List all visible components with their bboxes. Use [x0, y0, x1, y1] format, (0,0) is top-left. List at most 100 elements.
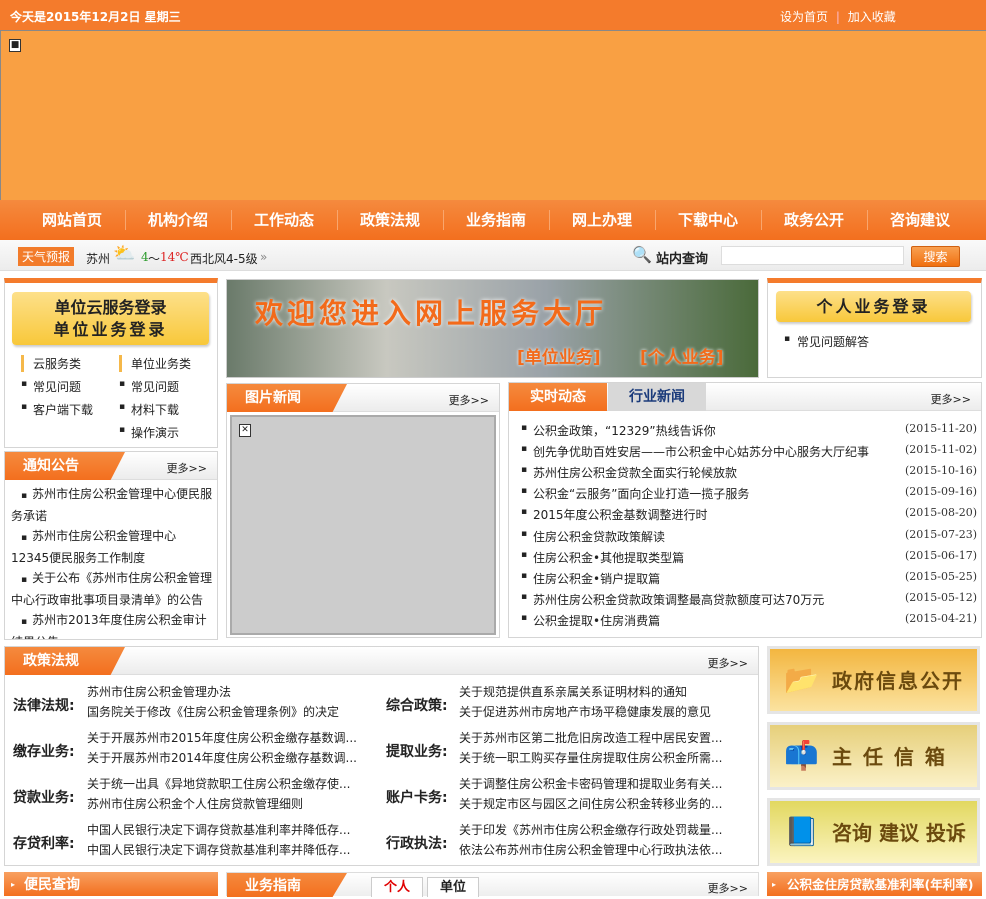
search-button[interactable]: 搜索 [911, 246, 960, 267]
news-item-title[interactable]: 住房公积金贷款政策解读 [533, 528, 665, 545]
notice-item[interactable]: ▪ 苏州市住房公积金管理中心便民服务承诺 [11, 484, 213, 526]
notice-more-link[interactable]: 更多>> [167, 460, 207, 476]
news-item-title[interactable]: 创先争优助百姓安居——市公积金中心姑苏分中心服务大厅纪事 [533, 443, 869, 460]
policy-link[interactable]: 中国人民银行决定下调存贷款基准利率并降低存... [87, 821, 350, 838]
nav-item[interactable]: 网上办理 [549, 200, 655, 240]
policy-link[interactable]: 关于统一职工购买存量住房提取住房公积金所需... [459, 749, 722, 766]
weather-more-arrow[interactable]: » [260, 250, 267, 264]
loan-rate-title: 公积金住房贷款基准利率(年利率) [787, 877, 974, 892]
policy-link[interactable]: 国务院关于修改《住房公积金管理条例》的决定 [87, 703, 339, 720]
unit-login-col1-link[interactable]: 常见问题 [21, 378, 81, 395]
header-banner: ■ [0, 30, 986, 200]
set-home-link[interactable]: 设为首页 [780, 10, 828, 24]
policy-more-link[interactable]: 更多>> [708, 655, 748, 671]
policy-link[interactable]: 中国人民银行决定下调存贷款基准利率并降低存... [87, 841, 350, 858]
nav-separator [549, 210, 550, 230]
unit-login-col1-link[interactable]: 客户端下载 [21, 401, 93, 418]
tab-realtime[interactable]: 实时动态 [509, 383, 607, 411]
policy-link[interactable]: 关于开展苏州市2015年度住房公积金缴存基数调... [87, 729, 357, 746]
unit-login-col2-link[interactable]: 单位业务类 [119, 355, 191, 372]
unit-business-login-label[interactable]: 单位业务登录 [12, 319, 209, 341]
director-mailbox-button[interactable]: 📫 主 任 信 箱 [767, 722, 980, 790]
policy-link[interactable]: 关于规范提供直系亲属关系证明材料的通知 [459, 683, 687, 700]
bullet-icon: ▪ [21, 533, 28, 543]
news-item[interactable]: 住房公积金贷款政策解读 (2015-07-23) [521, 528, 977, 549]
notice-item[interactable]: ▪ 关于公布《苏州市住房公积金管理中心行政审批事项目录清单》的公告 [11, 568, 213, 610]
policy-header: 政策法规 更多>> [5, 647, 758, 675]
news-item[interactable]: 住房公积金•销户提取篇 (2015-05-25) [521, 570, 977, 591]
triangle-icon: ▸ [11, 880, 16, 889]
unit-cloud-login-label[interactable]: 单位云服务登录 [12, 297, 209, 319]
nav-item[interactable]: 政务公开 [761, 200, 867, 240]
consult-suggest-complain-button[interactable]: 📘 咨询 建议 投诉 [767, 798, 980, 866]
photo-news-image[interactable]: ✕ [230, 415, 496, 635]
news-item[interactable]: 创先争优助百姓安居——市公积金中心姑苏分中心服务大厅纪事 (2015-11-02) [521, 443, 977, 464]
unit-login-col2-link[interactable]: 操作演示 [119, 424, 179, 441]
policy-category-label: 贷款业务: [13, 790, 75, 806]
personal-business-link[interactable]: [个人业务] [640, 343, 724, 368]
nav-separator [443, 210, 444, 230]
policy-link[interactable]: 依法公布苏州市住房公积金管理中心行政执法依... [459, 841, 722, 858]
news-item[interactable]: 苏州住房公积金贷款政策调整最高贷款额度可达70万元 (2015-05-12) [521, 591, 977, 612]
news-item[interactable]: 苏州住房公积金贷款全面实行轮候放款 (2015-10-16) [521, 464, 977, 485]
notice-item-title[interactable]: 关于公布《苏州市住房公积金管理中心行政审批事项目录清单》的公告 [11, 571, 212, 607]
personal-login-button[interactable]: 个人业务登录 [776, 291, 971, 322]
gov-info-disclosure-button[interactable]: 📂 政府信息公开 [767, 646, 980, 714]
news-item-title[interactable]: 苏州住房公积金贷款全面实行轮候放款 [533, 464, 737, 481]
unit-business-link[interactable]: [单位业务] [517, 343, 601, 368]
personal-faq-link[interactable]: 常见问题解答 [784, 333, 869, 350]
policy-link[interactable]: 关于促进苏州市房地产市场平稳健康发展的意见 [459, 703, 711, 720]
notice-item[interactable]: ▪ 苏州市住房公积金管理中心12345便民服务工作制度 [11, 526, 213, 568]
nav-item[interactable]: 机构介绍 [125, 200, 231, 240]
news-item-title[interactable]: 住房公积金•销户提取篇 [533, 570, 660, 587]
news-more-link[interactable]: 更多>> [931, 391, 971, 407]
news-item[interactable]: 公积金“云服务”面向企业打造一揽子服务 (2015-09-16) [521, 485, 977, 506]
policy-link[interactable]: 关于苏州市区第二批危旧房改造工程中居民安置... [459, 729, 722, 746]
notice-item[interactable]: ▪苏州市2013年度住房公积金审计结果公告 [11, 610, 213, 639]
photo-news-panel: 图片新闻 更多>> ✕ [226, 383, 500, 638]
nav-item[interactable]: 政策法规 [337, 200, 443, 240]
policy-link[interactable]: 关于印发《苏州市住房公积金缴存行政处罚裁量... [459, 821, 722, 838]
nav-separator [761, 210, 762, 230]
photo-news-more-link[interactable]: 更多>> [449, 392, 489, 408]
news-item[interactable]: 公积金政策，“12329”热线告诉你 (2015-11-20) [521, 422, 977, 443]
news-item-title[interactable]: 公积金提取•住房消费篇 [533, 612, 660, 629]
nav-item[interactable]: 咨询建议 [867, 200, 973, 240]
unit-login-col2-link[interactable]: 常见问题 [119, 378, 179, 395]
policy-link[interactable]: 关于规定市区与园区之间住房公积金转移业务的... [459, 795, 722, 812]
news-item-title[interactable]: 住房公积金•其他提取类型篇 [533, 549, 684, 566]
nav-item[interactable]: 业务指南 [443, 200, 549, 240]
unit-login-col1-link[interactable]: 云服务类 [21, 355, 81, 372]
policy-link[interactable]: 关于调整住房公积金卡密码管理和提取业务有关... [459, 775, 722, 792]
news-item[interactable]: 2015年度公积金基数调整进行时 (2015-08-20) [521, 506, 977, 527]
guide-more-link[interactable]: 更多>> [708, 880, 748, 896]
news-item-title[interactable]: 公积金政策，“12329”热线告诉你 [533, 422, 716, 439]
notice-item-title[interactable]: 苏州市住房公积金管理中心12345便民服务工作制度 [11, 529, 176, 565]
welcome-banner[interactable]: 欢迎您进入网上服务大厅 [单位业务] [个人业务] [226, 279, 759, 378]
policy-link[interactable]: 关于统一出具《异地贷款职工住房公积金缴存使... [87, 775, 350, 792]
tab-unit[interactable]: 单位 [427, 877, 479, 897]
policy-link[interactable]: 苏州市住房公积金个人住房贷款管理细则 [87, 795, 303, 812]
nav-item[interactable]: 下载中心 [655, 200, 761, 240]
unit-login-col2-link[interactable]: 材料下载 [119, 401, 179, 418]
policy-link[interactable]: 苏州市住房公积金管理办法 [87, 683, 231, 700]
notice-item-title[interactable]: 苏州市住房公积金管理中心便民服务承诺 [11, 487, 212, 523]
guide-title: 业务指南 [227, 873, 347, 897]
news-item-title[interactable]: 2015年度公积金基数调整进行时 [533, 506, 708, 523]
news-item-date: (2015-04-21) [904, 611, 977, 625]
nav-item[interactable]: 网站首页 [19, 200, 125, 240]
tab-personal[interactable]: 个人 [371, 877, 423, 897]
add-favorite-link[interactable]: 加入收藏 [848, 10, 896, 24]
news-item[interactable]: 公积金提取•住房消费篇 (2015-04-21) [521, 612, 977, 633]
news-item-title[interactable]: 公积金“云服务”面向企业打造一揽子服务 [533, 485, 749, 502]
news-item-title[interactable]: 苏州住房公积金贷款政策调整最高贷款额度可达70万元 [533, 591, 824, 608]
photo-news-title: 图片新闻 [227, 384, 347, 412]
news-item-date: (2015-07-23) [904, 527, 977, 541]
tab-industry-news[interactable]: 行业新闻 [608, 383, 706, 411]
unit-login-button[interactable]: 单位云服务登录 单位业务登录 [12, 292, 209, 345]
notice-item-title[interactable]: 苏州市2013年度住房公积金审计结果公告 [11, 613, 207, 639]
search-input[interactable] [721, 246, 904, 265]
policy-link[interactable]: 关于开展苏州市2014年度住房公积金缴存基数调... [87, 749, 357, 766]
nav-item[interactable]: 工作动态 [231, 200, 337, 240]
news-item[interactable]: 住房公积金•其他提取类型篇 (2015-06-17) [521, 549, 977, 570]
